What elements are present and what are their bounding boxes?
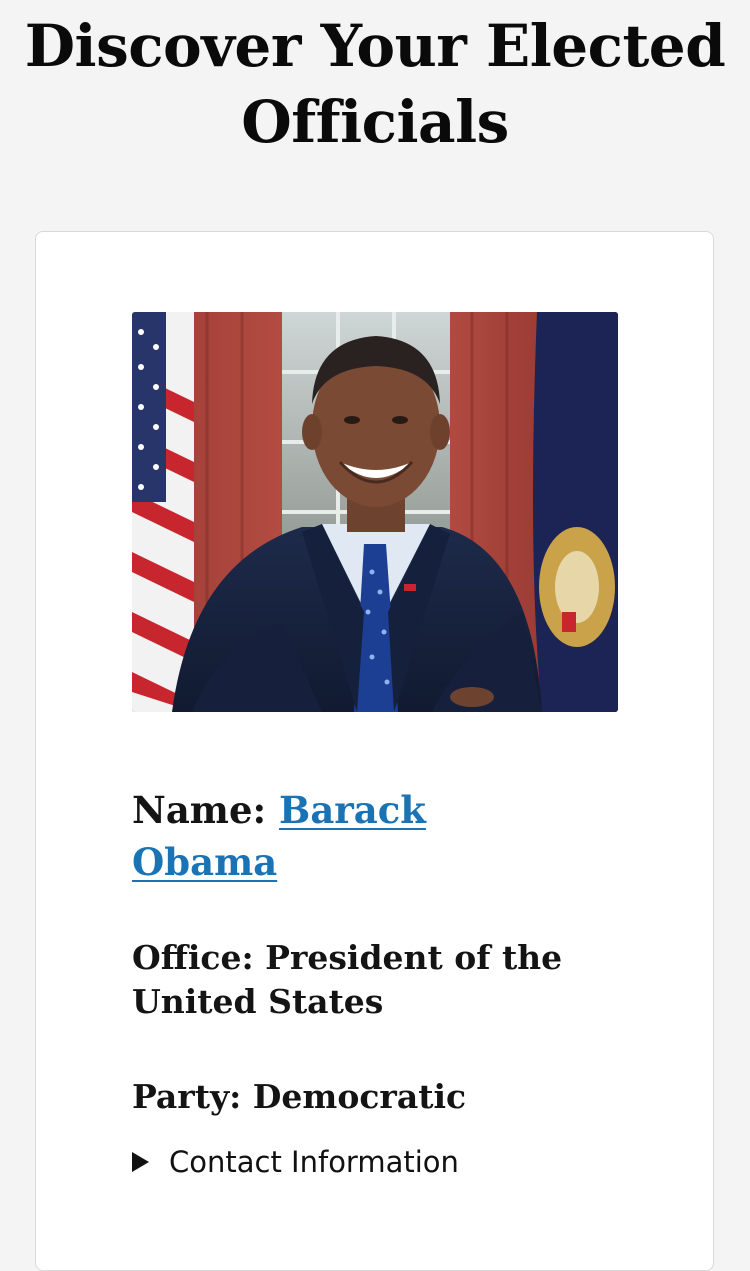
disclosure-triangle-right-icon <box>132 1152 149 1172</box>
party-label: Party: <box>132 1077 242 1116</box>
contact-information-toggle[interactable]: Contact Information <box>132 1142 459 1182</box>
office-label: Office: <box>132 938 254 977</box>
official-party-field: Party: Democratic <box>132 1074 582 1120</box>
official-card: Name: Barack Obama Office: President of … <box>35 231 714 1271</box>
contact-information-label: Contact Information <box>169 1145 459 1179</box>
page-title: Discover Your Elected Officials <box>24 12 726 156</box>
official-party: Democratic <box>252 1077 467 1116</box>
official-office-field: Office: President of the United States <box>132 936 582 1024</box>
name-label: Name: <box>132 788 267 832</box>
official-name-field: Name: Barack Obama <box>132 784 462 888</box>
official-photo <box>132 312 618 712</box>
